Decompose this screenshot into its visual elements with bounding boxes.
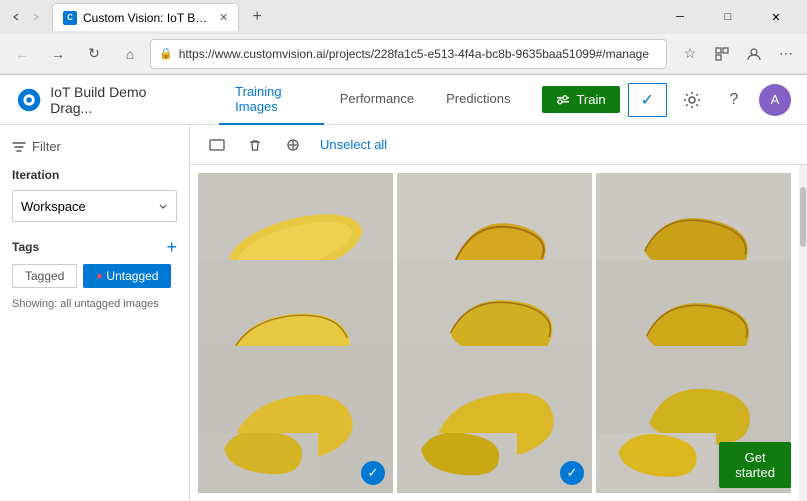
iteration-label: Iteration [12,168,177,182]
move-btn[interactable] [278,130,308,160]
browser-back-btn[interactable] [8,9,24,25]
scrollbar[interactable] [799,165,807,501]
settings-btn[interactable]: ⋯ [771,39,801,69]
app-title: IoT Build Demo Drag... [50,84,183,116]
app-logo: IoT Build Demo Drag... [16,84,183,116]
untagged-button[interactable]: ● Untagged [83,264,171,288]
nav-bar: ← → ↻ ⌂ 🔒 https://www.customvision.ai/pr… [0,34,807,74]
image-grid: ✓ ✓ [190,165,799,501]
image-cell[interactable] [596,433,716,493]
delete-btn[interactable] [240,130,270,160]
forward-button[interactable]: → [42,38,74,70]
showing-text: Showing: all untagged images [12,298,177,310]
restore-btn[interactable]: □ [705,0,751,34]
minimize-btn[interactable]: ─ [657,0,703,34]
get-started-button[interactable]: Get started [719,442,791,488]
nav-training-images[interactable]: Training Images [219,75,324,125]
browser-forward-btn[interactable] [28,9,44,25]
tags-label: Tags [12,240,39,254]
favorites-btn[interactable]: ☆ [675,39,705,69]
nav-icons: ☆ ⋯ [675,39,801,69]
filter-icon [12,140,26,154]
browser-tab[interactable]: C Custom Vision: IoT Buil... ✕ [52,3,239,31]
filter-button[interactable]: Filter [12,139,177,154]
close-btn[interactable]: ✕ [753,0,799,34]
image-toolbar: Unselect all [190,125,807,165]
add-tag-button[interactable]: + [166,238,177,256]
train-button[interactable]: Train [542,86,619,113]
tagged-button[interactable]: Tagged [12,264,77,288]
help-button[interactable]: ? [717,83,751,117]
window-controls: ─ □ ✕ [657,0,799,34]
untagged-label: Untagged [106,269,158,283]
address-bar[interactable]: 🔒 https://www.customvision.ai/projects/2… [150,39,667,69]
new-tab-button[interactable]: + [243,3,271,31]
avatar[interactable]: A [759,84,791,116]
image-cell[interactable] [397,433,517,493]
logo-icon [16,86,42,114]
tab-bar: C Custom Vision: IoT Buil... ✕ + ─ □ ✕ [0,0,807,34]
filter-label: Filter [32,139,61,154]
tags-section: Tags + Tagged ● Untagged Showing: all un… [12,238,177,310]
tag-images-btn[interactable] [202,130,232,160]
home-button[interactable]: ⌂ [114,38,146,70]
nav-performance[interactable]: Performance [324,75,430,125]
nav-predictions[interactable]: Predictions [430,75,526,125]
workspace-value: Workspace [21,199,86,214]
trash-icon [247,137,263,153]
refresh-button[interactable]: ↻ [78,38,110,70]
header-actions: Train ✓ ? A [542,83,791,117]
tab-favicon: C [63,11,77,25]
url-text: https://www.customvision.ai/projects/228… [179,47,658,61]
check-overlay: ✓ [560,461,584,485]
iteration-dropdown[interactable]: Workspace [12,190,177,222]
gear-icon [683,91,701,109]
checkmark-button[interactable]: ✓ [628,83,667,117]
chevron-down-icon [158,201,168,211]
settings-sliders-icon [556,93,570,107]
tag-icon [208,136,226,154]
profile-btn[interactable] [739,39,769,69]
collections-btn[interactable] [707,39,737,69]
train-label: Train [576,92,605,107]
move-icon [285,137,301,153]
check-overlay: ✓ [361,461,385,485]
back-button[interactable]: ← [6,38,38,70]
checkmark-icon: ✓ [641,90,654,110]
untagged-dot: ● [96,271,102,282]
scrollbar-thumb[interactable] [800,187,806,247]
tab-title: Custom Vision: IoT Buil... [83,11,213,25]
tab-close-btn[interactable]: ✕ [219,11,228,24]
sidebar: Filter Iteration Workspace Tags + Tagged… [0,125,190,501]
main-content: Unselect all [190,125,807,501]
unselect-all-button[interactable]: Unselect all [320,137,387,152]
image-cell[interactable] [198,433,318,493]
app-header: IoT Build Demo Drag... Training Images P… [0,75,807,125]
header-nav: Training Images Performance Predictions [219,75,526,125]
gear-button[interactable] [675,83,709,117]
lock-icon: 🔒 [159,47,173,60]
tag-buttons: Tagged ● Untagged [12,264,177,288]
get-started-container: Get started [775,476,807,500]
